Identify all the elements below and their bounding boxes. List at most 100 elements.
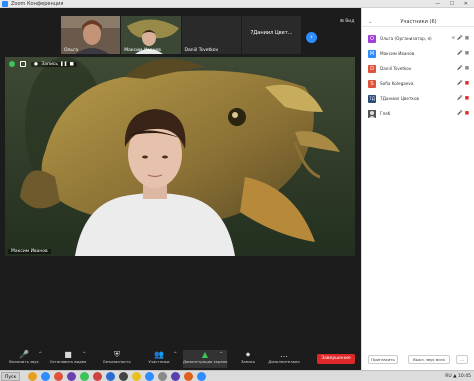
video-camera-icon[interactable]: ■ <box>465 51 469 56</box>
zoom-icon[interactable] <box>145 372 154 381</box>
zoom-app-icon <box>2 1 8 7</box>
video-camera-icon[interactable]: ■ <box>465 66 469 71</box>
stop-icon[interactable]: ■ <box>70 62 74 67</box>
app-icon[interactable] <box>67 372 76 381</box>
microphone-icon[interactable]: 🎤 <box>457 66 463 71</box>
recording-label: Запись <box>41 61 58 67</box>
video-thumbnail-strip: Ольга Максим Иванов Daniil Tsvetkov 7Дан… <box>61 16 301 54</box>
video-thumbnail[interactable]: Максим Иванов <box>121 16 181 54</box>
share-screen-button[interactable]: ▲ Демонстрация экрана ^ <box>183 350 227 368</box>
chrome-icon[interactable] <box>93 372 102 381</box>
avatar <box>368 109 376 118</box>
zoom-meeting-window: Zoom Конференция — ☐ ✕ Ольга Максим Иван… <box>0 0 474 381</box>
participant-name: Максим Иванов <box>380 51 415 56</box>
microphone-muted-icon[interactable]: 🎤 <box>457 81 463 86</box>
speaker-video-feed <box>5 57 355 256</box>
participant-name: Daniil Tsvetkov <box>380 66 412 71</box>
system-tray[interactable]: RU ▲ 10:45 <box>445 371 471 381</box>
participant-name: Sofia Kolegaeva <box>380 81 414 86</box>
app-icon[interactable] <box>158 372 167 381</box>
start-button[interactable]: Пуск <box>1 372 21 381</box>
participants-panel-header: ⌄ Участники (6) <box>362 17 474 27</box>
participant-row[interactable]: М Максим Иванов 🎤 ■ <box>362 48 474 59</box>
share-screen-label: Демонстрация экрана <box>183 359 228 364</box>
video-thumbnail[interactable]: Daniil Tsvetkov <box>181 16 241 54</box>
microphone-icon[interactable]: 🎤 <box>457 51 463 56</box>
view-button[interactable]: ⊞ Вид <box>340 19 354 24</box>
participant-row[interactable]: О Ольга (Организатор, я) ⊕ 🎤 ■ <box>362 33 474 44</box>
mute-button-label: Включить звук <box>9 359 39 364</box>
security-button[interactable]: ⛨ Безопасность <box>95 350 139 368</box>
more-button[interactable]: … Дополнительно <box>262 350 306 368</box>
encryption-shield-icon[interactable] <box>9 61 15 67</box>
security-label: Безопасность <box>103 359 131 364</box>
folder-icon[interactable] <box>132 372 141 381</box>
thumbnail-name: Daniil Tsvetkov <box>184 48 219 53</box>
app-icon[interactable] <box>197 372 206 381</box>
video-off-icon[interactable]: ■ <box>465 81 469 86</box>
title-bar: Zoom Конференция — ☐ ✕ <box>0 0 474 8</box>
avatar: О <box>368 34 376 43</box>
participant-status: 🎤 ■ <box>457 93 469 104</box>
participant-status: 🎤 ■ <box>457 63 469 74</box>
avatar: 7Д <box>368 94 376 103</box>
host-icon: ⊕ <box>451 36 456 41</box>
participant-status: 🎤 ■ <box>457 78 469 89</box>
chevron-up-icon[interactable]: ^ <box>220 351 223 356</box>
mute-all-button[interactable]: Выкл. звук всех <box>408 355 450 364</box>
participants-panel: ⌄ Участники (6) О Ольга (Организатор, я)… <box>361 8 474 370</box>
participant-status: 🎤 ■ <box>457 48 469 59</box>
shield-icon: ⛨ <box>114 350 120 359</box>
avatar-photo <box>368 109 376 118</box>
chevron-up-icon[interactable]: ^ <box>174 351 177 356</box>
window-controls[interactable]: — ☐ ✕ <box>435 0 472 8</box>
active-speaker-video: ● Запись ❚❚ ■ Максим Иванов <box>5 57 355 256</box>
participants-button[interactable]: 👥 Участники ^ <box>137 350 181 368</box>
recording-indicator[interactable]: ● Запись ❚❚ ■ <box>31 61 77 67</box>
participant-name: Ольга (Организатор, я) <box>380 36 432 41</box>
more-options-button[interactable]: ... <box>456 355 468 364</box>
chevron-up-icon[interactable]: ^ <box>83 351 86 356</box>
participant-row[interactable]: S Sofia Kolegaeva 🎤 ■ <box>362 78 474 89</box>
video-off-icon[interactable]: ■ <box>465 111 469 116</box>
window-title: Zoom Конференция <box>11 1 64 7</box>
avatar: D <box>368 64 376 73</box>
mute-button[interactable]: 🎤 Включить звук ^ <box>2 350 46 368</box>
microphone-icon[interactable]: 🎤 <box>457 36 463 41</box>
avatar: S <box>368 79 376 88</box>
participants-list: О Ольга (Организатор, я) ⊕ 🎤 ■ М Максим Ив… <box>362 33 474 123</box>
participants-label: Участники <box>148 359 170 364</box>
video-thumbnail[interactable]: 7Даниил Цвет... <box>241 16 301 54</box>
microphone-muted-icon[interactable]: 🎤 <box>457 96 463 101</box>
microphone-muted-icon[interactable]: 🎤 <box>457 111 463 116</box>
more-icon: … <box>280 350 288 359</box>
app-icon[interactable] <box>171 372 180 381</box>
video-thumbnail[interactable]: Ольга <box>61 16 121 54</box>
avatar: М <box>368 49 376 58</box>
more-label: Дополнительно <box>268 359 300 364</box>
word-icon[interactable] <box>106 372 115 381</box>
app-icon[interactable] <box>80 372 89 381</box>
app-icon[interactable] <box>184 372 193 381</box>
participant-status: ⊕ 🎤 ■ <box>451 33 469 44</box>
participant-name: Глеб <box>380 111 391 116</box>
app-icon[interactable] <box>119 372 128 381</box>
end-meeting-button[interactable]: Завершение <box>317 354 355 364</box>
invite-button[interactable]: Пригласить <box>368 355 398 364</box>
stop-video-button[interactable]: ■ Остановить видео ^ <box>46 350 90 368</box>
explorer-icon[interactable] <box>28 372 37 381</box>
meeting-toolbar: 🎤 Включить звук ^ ■ Остановить видео ^ ⛨… <box>0 348 361 370</box>
video-off-icon[interactable]: ■ <box>465 96 469 101</box>
view-button-label: Вид <box>345 19 355 24</box>
participant-row[interactable]: Глеб 🎤 ■ <box>362 108 474 119</box>
chevron-up-icon[interactable]: ^ <box>39 351 42 356</box>
participant-row[interactable]: 7Д 7Даниил Цветков 🎤 ■ <box>362 93 474 104</box>
participant-name: 7Даниил Цветков <box>380 96 419 101</box>
media-icon[interactable] <box>54 372 63 381</box>
pause-icon[interactable]: ❚❚ <box>60 62 68 67</box>
participant-row[interactable]: D Daniil Tsvetkov 🎤 ■ <box>362 63 474 74</box>
participant-status: 🎤 ■ <box>457 108 469 119</box>
next-page-icon[interactable]: › <box>306 32 317 43</box>
browser-icon[interactable] <box>41 372 50 381</box>
video-camera-icon[interactable]: ■ <box>465 36 469 41</box>
